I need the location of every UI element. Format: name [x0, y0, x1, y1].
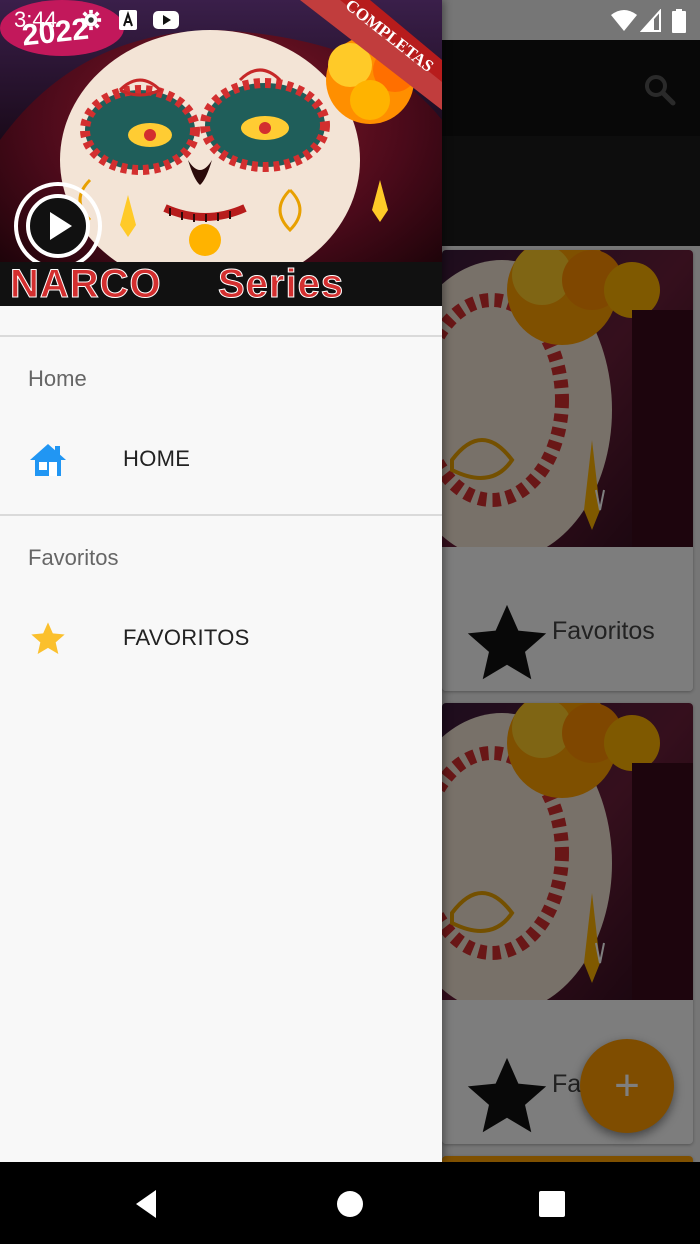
drawer-item-favoritos[interactable]: FAVORITOS	[0, 597, 442, 681]
home-nav-icon[interactable]	[332, 1186, 368, 1222]
accessibility-a-icon	[119, 10, 137, 30]
star-icon	[31, 622, 65, 654]
system-navigation-bar	[0, 1162, 700, 1244]
status-bar: 3:44	[0, 0, 700, 40]
header-title-right: Series	[217, 262, 345, 307]
drawer-divider	[0, 514, 442, 516]
section-title-home: Home	[28, 366, 87, 391]
drawer-item-home-label: HOME	[123, 446, 191, 471]
battery-icon	[672, 9, 686, 33]
section-title-favoritos: Favoritos	[28, 545, 119, 570]
settings-icon	[80, 9, 102, 31]
header-title-left: NARCO	[10, 262, 162, 307]
signal-icon	[640, 9, 661, 32]
recents-icon[interactable]	[534, 1186, 570, 1222]
back-icon[interactable]	[130, 1186, 166, 1222]
home-icon	[30, 444, 66, 476]
drawer-item-home[interactable]: HOME	[0, 418, 442, 502]
status-time: 3:44	[14, 7, 57, 32]
youtube-icon	[153, 11, 179, 29]
drawer-item-favoritos-label: FAVORITOS	[123, 625, 250, 650]
drawer-divider	[0, 335, 442, 337]
drawer-header-image: 2022 COMPLETAS NARCO Series	[0, 0, 442, 306]
navigation-drawer: 2022 COMPLETAS NARCO Series Home HOME Fa…	[0, 0, 442, 1162]
wifi-icon	[611, 10, 637, 31]
